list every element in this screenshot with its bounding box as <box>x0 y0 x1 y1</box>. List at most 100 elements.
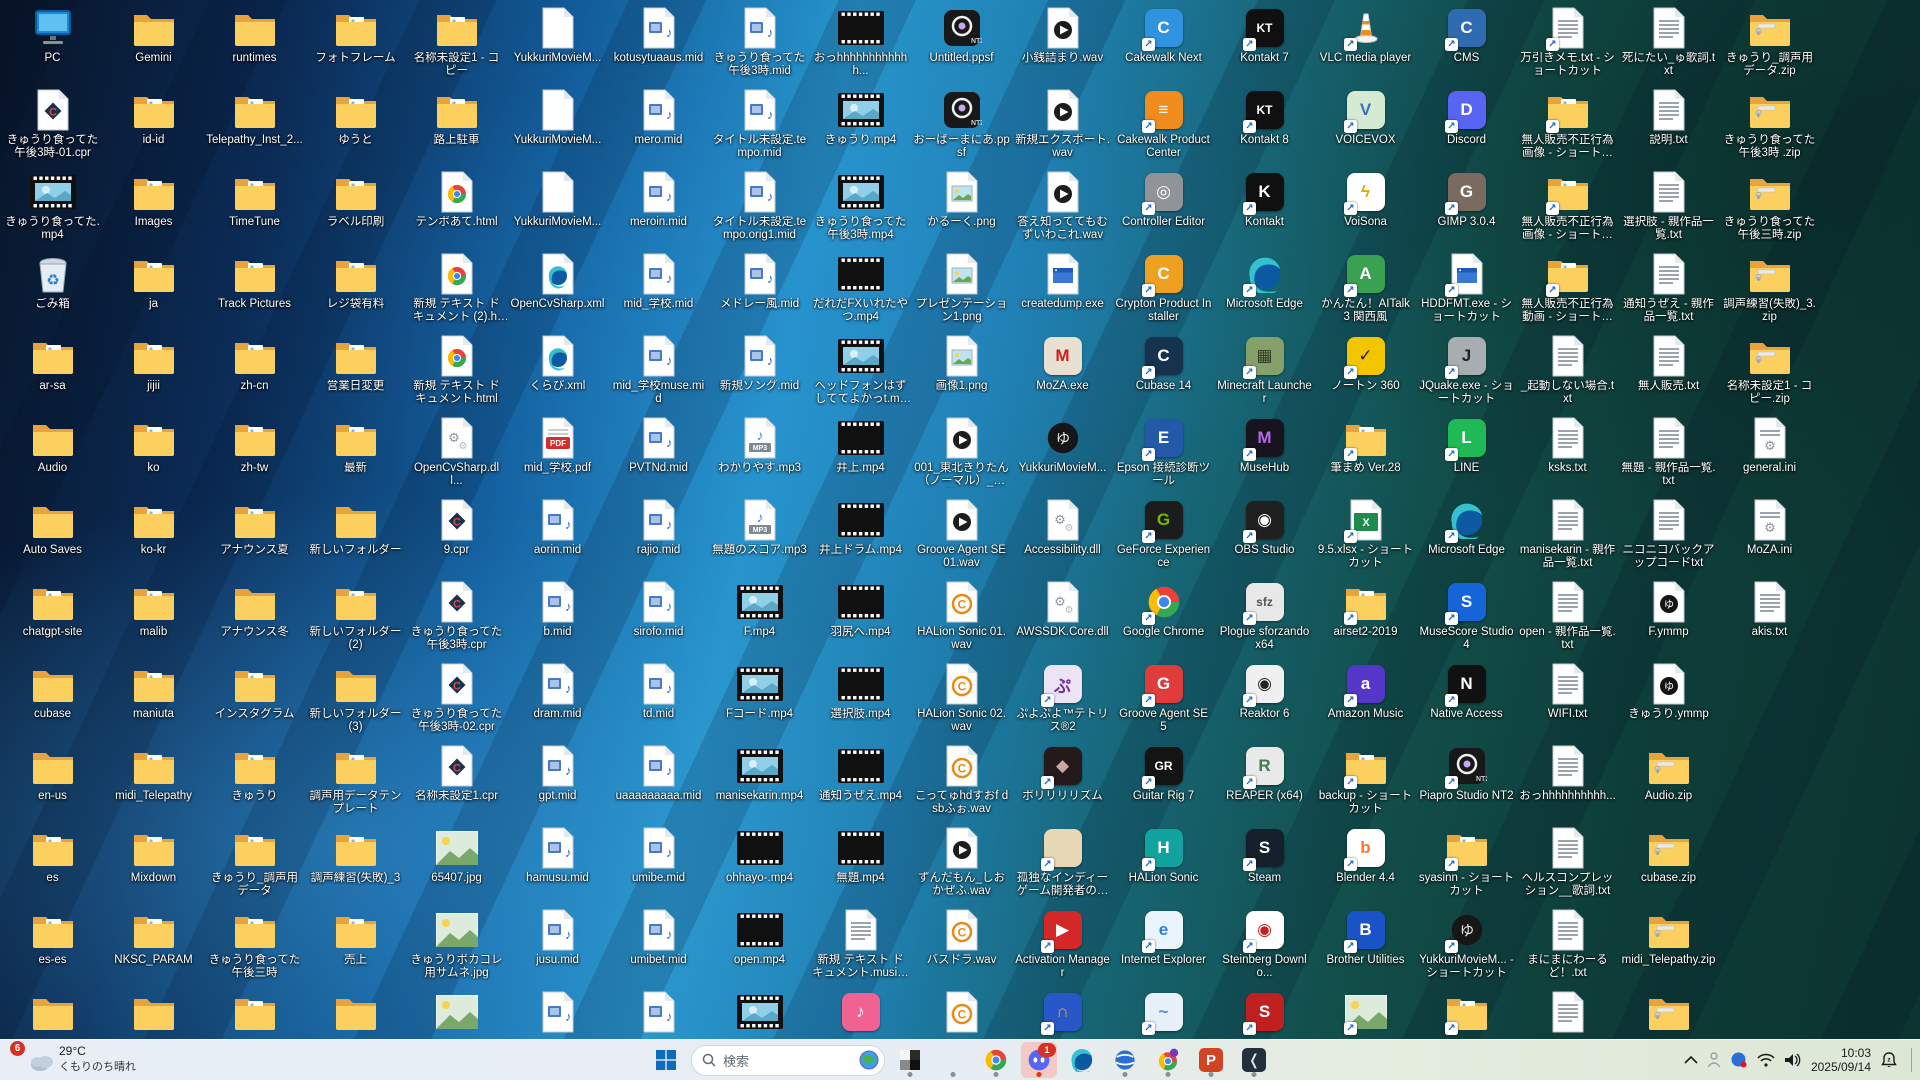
taskbar-app-powerpoint[interactable]: P <box>1193 1042 1229 1078</box>
desktop-icon[interactable]: 羽尻へ.mp4 <box>810 578 911 660</box>
desktop-icon[interactable]: H↗HALion Sonic <box>1113 824 1214 906</box>
desktop-icon[interactable]: ϟ↗VoiSona <box>1315 168 1416 250</box>
desktop-icon[interactable] <box>204 988 305 1040</box>
desktop-icon[interactable]: K↗Kontakt <box>1214 168 1315 250</box>
desktop-icon[interactable]: akis.txt <box>1719 578 1820 660</box>
desktop-icon[interactable]: ↗筆まめ Ver.28 <box>1315 414 1416 496</box>
desktop-icon[interactable]: ↗backup - ショートカット <box>1315 742 1416 824</box>
desktop-icon[interactable]: S↗Steam <box>1214 824 1315 906</box>
desktop-icon[interactable]: S↗MuseScore Studio 4 <box>1416 578 1517 660</box>
desktop-icon[interactable]: かるーく.png <box>911 168 1012 250</box>
desktop-icon[interactable]: ♪mero.mid <box>608 86 709 168</box>
desktop-icon[interactable]: 通知うぜえ.mp4 <box>810 742 911 824</box>
desktop-icon[interactable]: C9.cpr <box>406 496 507 578</box>
desktop-icon[interactable]: 通知うぜえ - 親作品一覧.txt <box>1618 250 1719 332</box>
tray-app-icon[interactable] <box>1730 1051 1748 1069</box>
taskbar-app-steinberg-hub[interactable] <box>1107 1042 1143 1078</box>
desktop-icon[interactable]: 無題.mp4 <box>810 824 911 906</box>
desktop-icon[interactable]: es-es <box>2 906 103 988</box>
desktop-icon[interactable]: インスタグラム <box>204 660 305 742</box>
desktop-icon[interactable]: 答え知っててもむずいわこれ.wav <box>1012 168 1113 250</box>
desktop-icon[interactable]: ↗ <box>1416 988 1517 1040</box>
desktop-icon[interactable]: ♪b.mid <box>507 578 608 660</box>
desktop-icon[interactable]: Gemini <box>103 4 204 86</box>
desktop-icon[interactable]: Audio.zip <box>1618 742 1719 824</box>
desktop-icon[interactable]: ▶↗Activation Manager <box>1012 906 1113 988</box>
desktop-icon[interactable]: en-us <box>2 742 103 824</box>
desktop-icon[interactable]: まにまにわーるど！.txt <box>1517 906 1618 988</box>
desktop-icon[interactable]: Cこってゅhdすおf dsbふぉ.wav <box>911 742 1012 824</box>
desktop-icon[interactable] <box>406 988 507 1040</box>
desktop-icon[interactable]: ♪ <box>507 988 608 1040</box>
desktop-icon[interactable]: 新規 テキスト ドキュメント.html <box>406 332 507 414</box>
desktop-icon[interactable]: ♪メドレー風.mid <box>709 250 810 332</box>
desktop-icon[interactable]: Groove Agent SE 01.wav <box>911 496 1012 578</box>
desktop-icon[interactable]: F.mp4 <box>709 578 810 660</box>
desktop-icon[interactable]: ゆF.ymmp <box>1618 578 1719 660</box>
volume-icon[interactable] <box>1784 1052 1802 1068</box>
desktop-icon[interactable]: Cきゅうり食ってた午後3時-02.cpr <box>406 660 507 742</box>
desktop-icon[interactable]: Fコード.mp4 <box>709 660 810 742</box>
desktop-icon[interactable]: cubase <box>2 660 103 742</box>
desktop-icon[interactable]: きゅうり.mp4 <box>810 86 911 168</box>
desktop-icon[interactable]: ♪タイトル未設定.tempo.mid <box>709 86 810 168</box>
desktop-icon[interactable]: ↗Google Chrome <box>1113 578 1214 660</box>
desktop-icon[interactable]: きゅうり_調声用データ.zip <box>1719 4 1820 86</box>
desktop-icon[interactable]: ♪mid_学校.mid <box>608 250 709 332</box>
desktop-icon[interactable]: M↗MuseHub <box>1214 414 1315 496</box>
desktop-icon[interactable]: ♪td.mid <box>608 660 709 742</box>
tray-chevron-up-icon[interactable] <box>1684 1056 1698 1064</box>
desktop-icon[interactable]: D↗Discord <box>1416 86 1517 168</box>
desktop-icon[interactable]: 売上 <box>305 906 406 988</box>
desktop-icon[interactable]: jijii <box>103 332 204 414</box>
desktop-icon[interactable]: b↗Blender 4.4 <box>1315 824 1416 906</box>
desktop-icon[interactable]: 選択肢.mp4 <box>810 660 911 742</box>
show-desktop-button[interactable] <box>1911 1048 1912 1072</box>
desktop-icon[interactable]: ⚙general.ini <box>1719 414 1820 496</box>
desktop-icon[interactable]: ♪PVTNd.mid <box>608 414 709 496</box>
desktop-icon[interactable]: ↗ <box>1315 988 1416 1040</box>
desktop-icon[interactable]: ♪rajio.mid <box>608 496 709 578</box>
desktop-icon[interactable]: ♪ <box>810 988 911 1040</box>
desktop-icon[interactable]: zh-tw <box>204 414 305 496</box>
desktop-icon[interactable]: ⚙MoZA.ini <box>1719 496 1820 578</box>
desktop-icon[interactable]: おっhhhhhhhhhhhh... <box>810 4 911 86</box>
desktop-icon[interactable]: midi_Telepathy.zip <box>1618 906 1719 988</box>
desktop-icon[interactable]: ♪aorin.mid <box>507 496 608 578</box>
desktop-icon[interactable]: ♪mid_学校muse.mid <box>608 332 709 414</box>
desktop-icon[interactable]: G↗GeForce Experience <box>1113 496 1214 578</box>
desktop-icon[interactable]: ko-kr <box>103 496 204 578</box>
desktop-icon[interactable]: きゅうり食ってた午後3時 .zip <box>1719 86 1820 168</box>
desktop-icon[interactable]: C <box>911 988 1012 1040</box>
desktop-icon[interactable]: だれだFXいれたやつ.mp4 <box>810 250 911 332</box>
notification-bell-icon[interactable]: z <box>1880 1051 1898 1069</box>
desktop-icon[interactable]: Cきゅうり食ってた午後3時-01.cpr <box>2 86 103 168</box>
desktop-icon[interactable]: ♪MP3わかりやす.mp3 <box>709 414 810 496</box>
desktop-icon[interactable]: NT2↗Piapro Studio NT2 <box>1416 742 1517 824</box>
desktop-icon[interactable]: きゅうり食ってた午後三時.zip <box>1719 168 1820 250</box>
desktop-icon[interactable]: G↗GIMP 3.0.4 <box>1416 168 1517 250</box>
desktop-icon[interactable] <box>1618 988 1719 1040</box>
desktop-icon[interactable]: くらび.xml <box>507 332 608 414</box>
desktop-icon[interactable]: ゆYukkuriMovieM... <box>1012 414 1113 496</box>
desktop-icon[interactable]: ◉↗Reaktor 6 <box>1214 660 1315 742</box>
taskbar-app-chrome-profile[interactable] <box>1150 1042 1186 1078</box>
desktop-icon[interactable]: NKSC_PARAM <box>103 906 204 988</box>
desktop-icon[interactable]: きゅうりボカコレ用サムネ.jpg <box>406 906 507 988</box>
desktop-icon[interactable]: ↗VLC media player <box>1315 4 1416 86</box>
taskbar-app-snipping-app[interactable] <box>892 1042 928 1078</box>
desktop-icon[interactable]: midi_Telepathy <box>103 742 204 824</box>
desktop-icon[interactable]: ja <box>103 250 204 332</box>
desktop-icon[interactable]: きゅうり <box>204 742 305 824</box>
desktop-icon[interactable]: ♪kotusytuaaus.mid <box>608 4 709 86</box>
desktop-icon[interactable]: ゆ↗YukkuriMovieM... - ショートカット <box>1416 906 1517 988</box>
desktop-icon[interactable]: 新規エクスポート.wav <box>1012 86 1113 168</box>
desktop-icon[interactable]: TimeTune <box>204 168 305 250</box>
desktop-icon[interactable]: ohhayo-.mp4 <box>709 824 810 906</box>
weather-widget[interactable]: 6 29°C くもりのち晴れ <box>10 1043 136 1075</box>
desktop-icon[interactable]: NT2Untitled.ppsf <box>911 4 1012 86</box>
desktop-icon[interactable]: _起動しない場合.txt <box>1517 332 1618 414</box>
desktop-icon[interactable]: NT2おーばーまにあ.ppsf <box>911 86 1012 168</box>
desktop-icon[interactable]: ∩↗ <box>1012 988 1113 1040</box>
desktop-icon[interactable]: Auto Saves <box>2 496 103 578</box>
